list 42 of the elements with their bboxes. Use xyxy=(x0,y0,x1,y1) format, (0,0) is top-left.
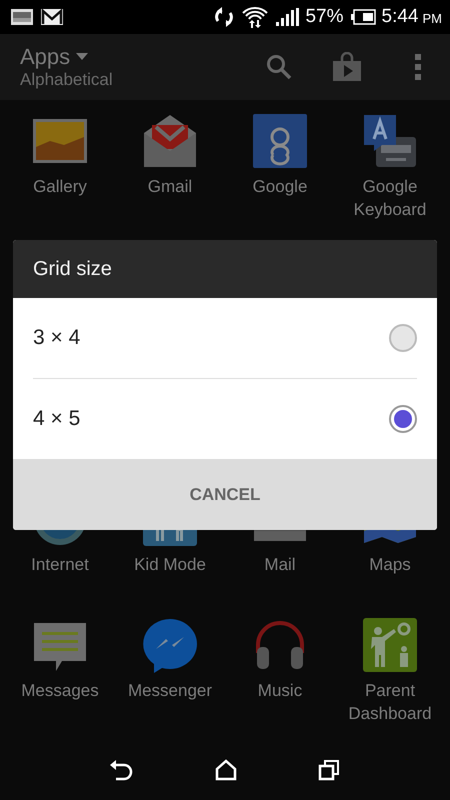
picture-icon xyxy=(10,8,34,26)
wifi-icon xyxy=(241,5,270,29)
envelope-icon[interactable] xyxy=(142,113,198,169)
app-label[interactable]: Gmail xyxy=(148,175,192,198)
app-label[interactable]: Parent Dashboard xyxy=(335,679,445,725)
home-icon[interactable] xyxy=(214,759,237,781)
clock-time: 5:44 xyxy=(382,6,418,28)
radio-button[interactable] xyxy=(389,405,417,433)
signal-icon xyxy=(275,8,300,26)
app-label[interactable]: Google Keyboard xyxy=(335,175,445,221)
grid-option[interactable]: 4 × 5 xyxy=(33,379,417,459)
envelope-icon xyxy=(40,8,64,26)
grid-option[interactable]: 3 × 4 xyxy=(33,298,417,379)
option-label: 4 × 5 xyxy=(33,407,80,431)
figures-gear-icon[interactable] xyxy=(362,617,418,673)
shopping-bag-icon[interactable] xyxy=(332,52,362,82)
app-label[interactable]: Internet xyxy=(31,553,89,576)
app-label[interactable]: Mail xyxy=(264,553,296,576)
app-label[interactable]: Messages xyxy=(21,679,99,702)
app-label[interactable]: Messenger xyxy=(128,679,212,702)
app-label[interactable]: Maps xyxy=(369,553,411,576)
more-options-icon[interactable] xyxy=(414,54,422,80)
clock-period: PM xyxy=(422,11,442,26)
dropdown-caret-icon[interactable] xyxy=(76,53,88,61)
dialog-title: Grid size xyxy=(13,240,437,298)
back-icon[interactable] xyxy=(110,759,134,781)
option-label: 3 × 4 xyxy=(33,326,80,350)
app-label[interactable]: Google xyxy=(252,175,308,198)
radio-button[interactable] xyxy=(389,324,417,352)
battery-icon xyxy=(350,9,376,25)
letter-tile-icon[interactable] xyxy=(252,113,308,169)
app-label[interactable]: Music xyxy=(258,679,302,702)
keyboard-icon[interactable] xyxy=(362,113,418,169)
battery-percent: 57% xyxy=(305,6,344,28)
app-label[interactable]: Gallery xyxy=(33,175,87,198)
recent-apps-icon[interactable] xyxy=(318,759,340,781)
sync-icon xyxy=(213,6,236,28)
app-bar-subtitle: Alphabetical xyxy=(20,70,114,90)
chat-bubble-icon[interactable] xyxy=(142,617,198,673)
app-bar-title[interactable]: Apps xyxy=(20,44,70,70)
search-icon[interactable] xyxy=(266,54,292,80)
app-label[interactable]: Kid Mode xyxy=(134,553,206,576)
